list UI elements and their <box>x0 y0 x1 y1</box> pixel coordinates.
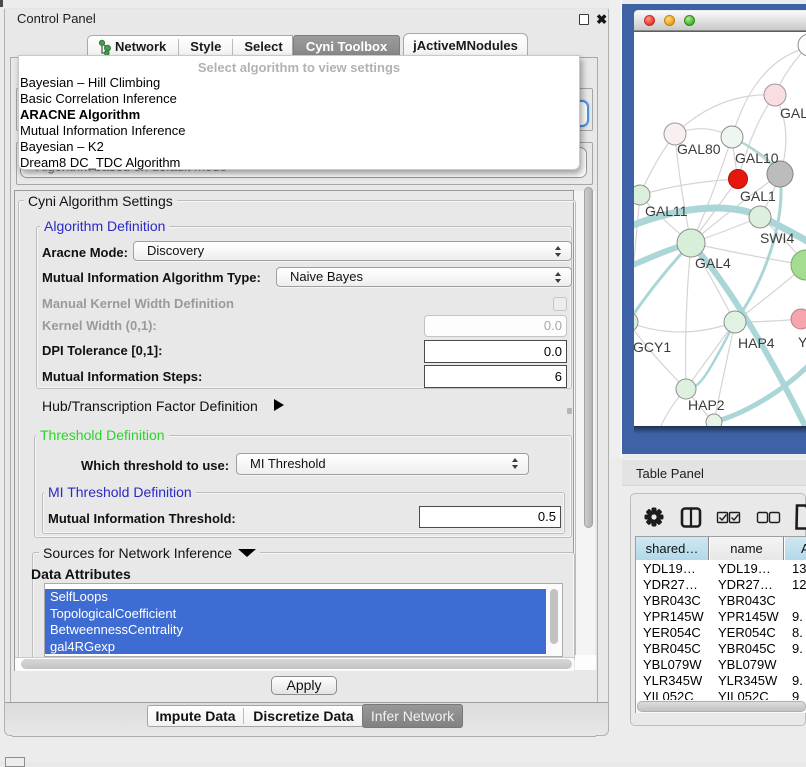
svg-text:GAL10: GAL10 <box>735 150 779 166</box>
svg-text:Y: Y <box>798 334 806 350</box>
svg-text:GCY1: GCY1 <box>634 339 671 355</box>
svg-text:SWI4: SWI4 <box>760 230 794 246</box>
svg-text:GAL: GAL <box>780 105 806 121</box>
svg-text:GAL80: GAL80 <box>677 141 721 157</box>
svg-text:GAL1: GAL1 <box>740 188 776 204</box>
svg-text:GAL4: GAL4 <box>695 255 731 271</box>
svg-text:HAP2: HAP2 <box>688 397 725 413</box>
svg-text:GAL11: GAL11 <box>645 203 688 219</box>
svg-text:HAP4: HAP4 <box>738 335 775 351</box>
